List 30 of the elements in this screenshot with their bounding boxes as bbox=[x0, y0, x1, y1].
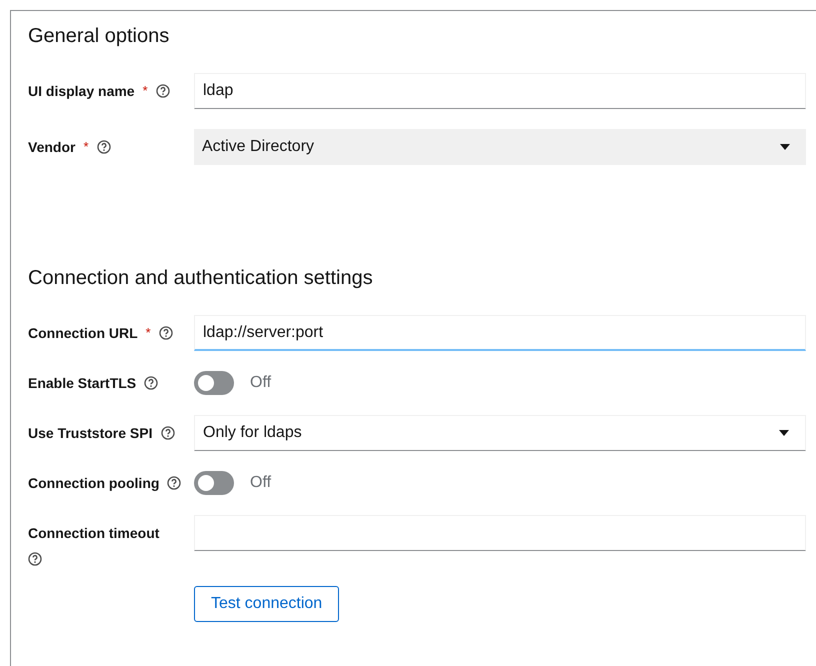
toggle-switch[interactable] bbox=[194, 371, 234, 395]
section-heading: Connection and authentication settings bbox=[28, 266, 374, 291]
help-icon[interactable] bbox=[158, 326, 173, 340]
select-dropdown[interactable]: Only for ldaps bbox=[194, 415, 806, 451]
help-icon[interactable] bbox=[96, 140, 111, 154]
field-label: UI display name bbox=[28, 82, 135, 101]
toggle-state: Off bbox=[250, 473, 272, 493]
field-label: Connection timeout bbox=[28, 524, 160, 543]
text-field[interactable]: ldap://server:port bbox=[194, 315, 806, 351]
field-label: Enable StartTLS bbox=[28, 374, 136, 392]
required-asterisk: * bbox=[146, 324, 151, 342]
field-label: Connection pooling bbox=[28, 474, 160, 493]
help-icon[interactable] bbox=[160, 426, 174, 440]
section-heading: General options bbox=[28, 24, 170, 49]
field-label: Vendor bbox=[28, 138, 76, 156]
required-asterisk: * bbox=[142, 82, 148, 100]
toggle-switch[interactable] bbox=[194, 471, 234, 495]
help-icon[interactable] bbox=[144, 376, 158, 390]
help-icon[interactable] bbox=[156, 84, 170, 98]
help-icon[interactable] bbox=[28, 552, 42, 566]
caret-icon bbox=[780, 144, 790, 150]
required-asterisk: * bbox=[83, 138, 89, 156]
field-label: Connection URL bbox=[28, 324, 138, 342]
help-icon[interactable] bbox=[167, 476, 182, 490]
test-connection-button[interactable]: Test connection bbox=[194, 586, 340, 622]
text-field[interactable]: ldap bbox=[194, 73, 806, 109]
text-field[interactable] bbox=[194, 515, 806, 551]
toggle-state: Off bbox=[250, 373, 272, 393]
field-label: Use Truststore SPI bbox=[28, 424, 152, 442]
caret-icon bbox=[779, 430, 789, 436]
